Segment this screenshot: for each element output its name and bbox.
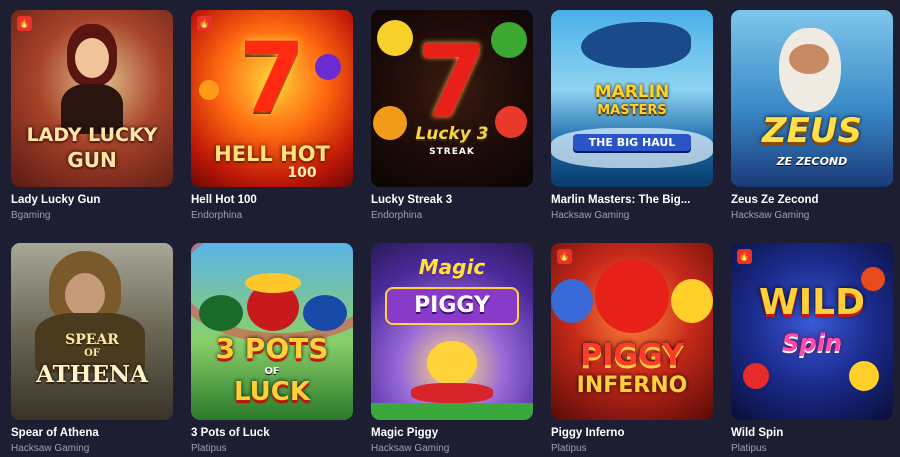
game-logo-line: LADY LUCKY [26,124,158,146]
game-logo-line: MASTERS [597,103,667,118]
game-title[interactable]: Spear of Athena [11,427,161,439]
game-title[interactable]: Wild Spin [731,427,881,439]
game-logo-line: THE BIG HAUL [573,134,691,151]
game-card-zeus-ze-zecond[interactable]: ZEUS ZE ZECOND Zeus Ze Zecond Hacksaw Ga… [731,10,893,221]
fire-icon: 🔥 [737,249,752,264]
game-card-hell-hot-100[interactable]: 7 🔥 HELL HOT 100 Hell Hot 100 Endorphina [191,10,353,221]
game-logo-line: GUN [67,148,117,172]
game-title[interactable]: Lady Lucky Gun [11,194,161,206]
game-thumbnail[interactable]: SPEAR OF ATHENA [11,243,173,420]
game-provider: Platipus [551,443,587,454]
game-provider: Endorphina [371,210,423,221]
game-thumbnail[interactable]: Magic PIGGY [371,243,533,420]
fire-icon: 🔥 [17,16,32,31]
game-card-piggy-inferno[interactable]: 🔥 PIGGY INFERNO Piggy Inferno Platipus [551,243,713,454]
game-card-magic-piggy[interactable]: Magic PIGGY Magic Piggy Hacksaw Gaming [371,243,533,454]
game-logo-line: PIGGY [387,289,517,323]
game-title[interactable]: Magic Piggy [371,427,521,439]
game-logo-line: OF [84,348,100,359]
game-logo-line: INFERNO [576,373,688,398]
game-card-3-pots-of-luck[interactable]: 3 POTS OF LUCK 3 Pots of Luck Platipus [191,243,353,454]
fire-icon: 🔥 [557,249,572,264]
game-logo-line: 3 POTS [215,332,329,365]
game-thumbnail[interactable]: ZEUS ZE ZECOND [731,10,893,187]
game-provider: Platipus [731,443,767,454]
game-logo-line: ATHENA [36,361,148,388]
game-thumbnail[interactable]: 🔥 LADY LUCKY GUN [11,10,173,187]
game-logo-line: PIGGY [580,338,684,373]
game-thumbnail[interactable]: 7 🔥 HELL HOT 100 [191,10,353,187]
game-logo-line: Magic [418,255,486,279]
game-card-wild-spin[interactable]: 🔥 WILD Spin Wild Spin Platipus [731,243,893,454]
game-title[interactable]: Zeus Ze Zecond [731,194,881,206]
game-card-marlin-masters[interactable]: MARLIN MASTERS THE BIG HAUL Marlin Maste… [551,10,713,221]
game-logo-line: SPEAR [65,332,119,348]
game-provider: Bgaming [11,210,51,221]
game-thumbnail[interactable]: 7 Lucky 3 STREAK [371,10,533,187]
seven-graphic: 7 [417,23,487,140]
game-card-lucky-streak-3[interactable]: 7 Lucky 3 STREAK Lucky Streak 3 Endorphi… [371,10,533,221]
game-title[interactable]: Piggy Inferno [551,427,701,439]
game-grid: 🔥 LADY LUCKY GUN Lady Lucky Gun Bgaming … [0,0,900,457]
game-title[interactable]: Hell Hot 100 [191,194,341,206]
game-logo-line: STREAK [429,147,475,157]
game-logo-line: WILD [759,282,865,323]
game-thumbnail[interactable]: 🔥 PIGGY INFERNO [551,243,713,420]
game-logo-line: 100 [287,165,317,181]
game-provider: Hacksaw Gaming [11,443,90,454]
game-provider: Hacksaw Gaming [371,443,450,454]
game-thumbnail[interactable]: 3 POTS OF LUCK [191,243,353,420]
game-title[interactable]: Marlin Masters: The Big... [551,194,701,206]
game-thumbnail[interactable]: MARLIN MASTERS THE BIG HAUL [551,10,713,187]
game-logo-line: HELL HOT [214,142,330,166]
game-logo-line: ZE ZECOND [776,155,848,168]
game-card-lady-lucky-gun[interactable]: 🔥 LADY LUCKY GUN Lady Lucky Gun Bgaming [11,10,173,221]
game-provider: Hacksaw Gaming [551,210,630,221]
game-provider: Hacksaw Gaming [731,210,810,221]
game-title[interactable]: Lucky Streak 3 [371,194,521,206]
game-provider: Platipus [191,443,227,454]
game-logo-line: OF [264,366,280,377]
game-logo-line: MARLIN [594,82,670,102]
game-provider: Endorphina [191,210,243,221]
game-card-spear-of-athena[interactable]: SPEAR OF ATHENA Spear of Athena Hacksaw … [11,243,173,454]
game-logo-line: ZEUS [762,111,862,151]
game-title[interactable]: 3 Pots of Luck [191,427,341,439]
game-logo-line: LUCK [234,377,310,407]
fire-icon: 🔥 [197,16,212,31]
game-thumbnail[interactable]: 🔥 WILD Spin [731,243,893,420]
game-logo-line: Spin [782,329,842,357]
game-logo-line: Lucky 3 [415,124,489,144]
